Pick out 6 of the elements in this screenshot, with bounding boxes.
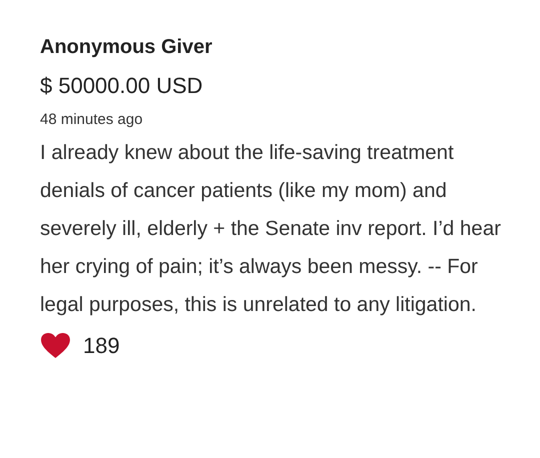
like-count: 189 [83,332,120,358]
heart-icon[interactable] [40,332,71,359]
timestamp: 48 minutes ago [40,111,144,128]
donor-name: Anonymous Giver [40,36,214,59]
donation-message: I already knew about the life-saving treatment denials of cancer patients (like my mom) and severely ill, elderly + the Senate inv report. I’d hear her crying of pain; it’s always been messy. -- For legal purposes, this is unrelated to any litigation. [40,140,502,318]
donation-amount: $ 50000.00 USD [40,73,204,99]
